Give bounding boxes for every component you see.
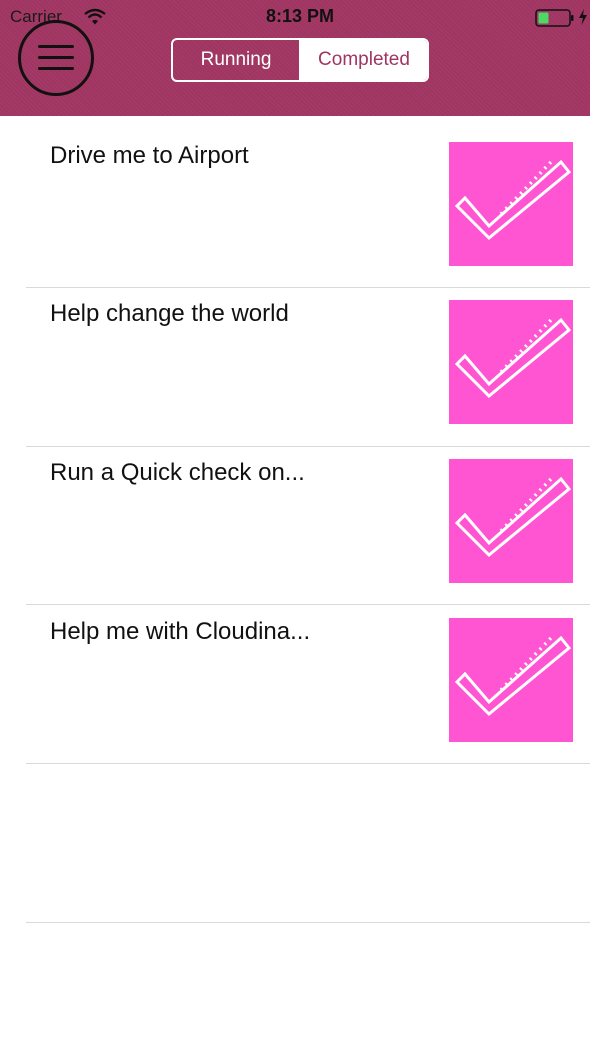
segment-completed[interactable]: Completed: [301, 40, 427, 80]
battery-icon: [535, 9, 574, 27]
task-row[interactable]: Run a Quick check on...: [0, 433, 590, 591]
task-status-segmented-control: Running Completed: [171, 38, 429, 82]
task-status-tile[interactable]: [449, 618, 573, 742]
task-status-tile[interactable]: [449, 142, 573, 266]
task-row[interactable]: Help change the world: [0, 274, 590, 432]
hamburger-menu-button[interactable]: [18, 20, 94, 96]
checkmark-icon: [454, 159, 572, 241]
navigation-header: Carrier 8:13 PM Running Completed: [0, 0, 590, 116]
status-time: 8:13 PM: [265, 6, 335, 26]
app-screen: Carrier 8:13 PM Running Completed Drive …: [0, 0, 590, 1054]
checkmark-icon: [454, 635, 572, 717]
checkmark-icon: [454, 317, 572, 399]
task-status-tile[interactable]: [449, 300, 573, 424]
task-row[interactable]: Drive me to Airport: [0, 116, 590, 274]
row-separator: [26, 763, 590, 764]
row-separator: [26, 922, 590, 923]
task-row[interactable]: Help me with Cloudina...: [0, 592, 590, 750]
charging-bolt-icon: [579, 9, 587, 25]
task-title: Drive me to Airport: [50, 142, 249, 169]
task-title: Help me with Cloudina...: [50, 618, 311, 645]
task-status-tile[interactable]: [449, 459, 573, 583]
task-title: Help change the world: [50, 300, 289, 327]
checkmark-icon: [454, 476, 572, 558]
task-title: Run a Quick check on...: [50, 459, 305, 486]
status-bar: Carrier 8:13 PM: [0, 0, 590, 36]
segment-running[interactable]: Running: [173, 40, 301, 80]
